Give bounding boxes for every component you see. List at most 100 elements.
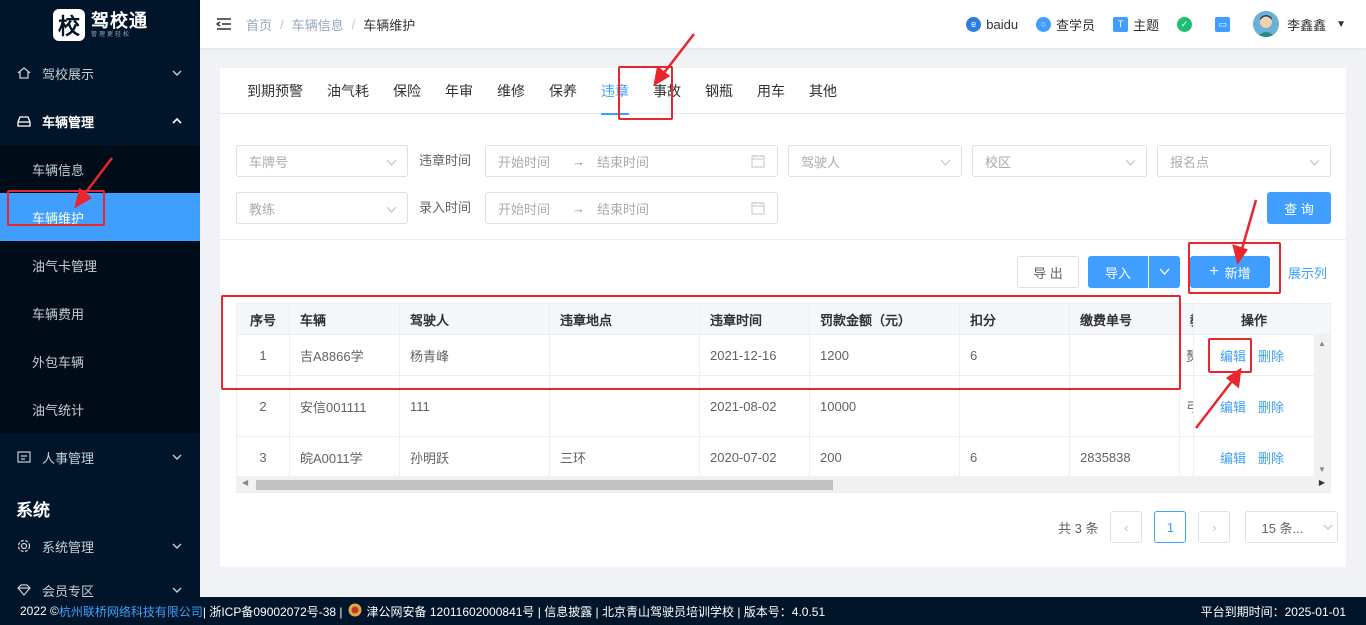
entry-time-range[interactable]: 开始时间 → 结束时间 bbox=[485, 192, 778, 224]
car-icon bbox=[16, 113, 32, 129]
pagination: 共 3 条 ‹ 1 › 15 条... bbox=[1058, 511, 1339, 543]
chevron-down-icon bbox=[386, 156, 397, 171]
shirt-icon: T bbox=[1113, 16, 1129, 32]
monitor-icon: ▭ bbox=[1215, 16, 1231, 32]
table-row: 2 安信001111 111 2021-08-02 10000 弓 编辑 删除 bbox=[237, 376, 1330, 437]
driver-select[interactable]: 驾驶人 bbox=[788, 145, 962, 177]
prev-page-button[interactable]: ‹ bbox=[1110, 511, 1143, 543]
theme-link[interactable]: T 主题 bbox=[1113, 15, 1159, 34]
chevron-down-icon bbox=[1159, 265, 1170, 280]
edit-link[interactable]: 编辑 bbox=[1220, 448, 1246, 467]
chevron-down-icon bbox=[172, 583, 182, 598]
main-content: 到期预警 油气耗 保险 年审 维修 保养 违章 事故 钢瓶 用车 其他 车牌号 … bbox=[220, 68, 1346, 567]
vertical-scrollbar[interactable]: ▲ ▼ bbox=[1314, 335, 1330, 476]
scrollbar-thumb[interactable] bbox=[256, 480, 833, 490]
tab-maintenance[interactable]: 保养 bbox=[537, 68, 589, 114]
table-row: 1 吉A8866学 杨青峰 2021-12-16 1200 6 赘 编辑 删除 bbox=[237, 335, 1330, 376]
plate-select[interactable]: 车牌号 bbox=[236, 145, 408, 177]
user-menu[interactable]: 李鑫鑫 ▼ bbox=[1253, 11, 1346, 37]
tab-annual-inspection[interactable]: 年审 bbox=[433, 68, 485, 114]
export-button[interactable]: 导 出 bbox=[1017, 256, 1079, 288]
section-title-system: 系统 bbox=[16, 501, 50, 520]
baidu-link[interactable]: e baidu bbox=[966, 16, 1018, 32]
next-page-button[interactable]: › bbox=[1198, 511, 1231, 543]
sidebar: 校 驾校通 管理更轻松 驾校展示 车辆管理 车辆信息 车辆维护 油气卡管理 车辆… bbox=[0, 0, 200, 599]
table-row: 3 皖A0011学 孙明跃 三环 2020-07-02 200 6 283583… bbox=[237, 437, 1330, 478]
delete-link[interactable]: 删除 bbox=[1258, 397, 1284, 416]
tab-fuel[interactable]: 油气耗 bbox=[315, 68, 381, 114]
delete-link[interactable]: 删除 bbox=[1258, 448, 1284, 467]
menu-fold-icon[interactable] bbox=[215, 17, 232, 31]
tab-insurance[interactable]: 保险 bbox=[381, 68, 433, 114]
menu-item-system[interactable]: 系统管理 bbox=[0, 525, 200, 567]
total-count: 共 3 条 bbox=[1058, 520, 1099, 536]
tab-accident[interactable]: 事故 bbox=[641, 68, 693, 114]
breadcrumb-current: 车辆维护 bbox=[363, 17, 416, 33]
query-button[interactable]: 查 询 bbox=[1267, 192, 1331, 224]
menu-item-vehicle[interactable]: 车辆管理 bbox=[0, 97, 200, 145]
tab-violation[interactable]: 违章 bbox=[589, 68, 641, 115]
sidebar-item-vehicle-maintenance[interactable]: 车辆维护 bbox=[0, 193, 200, 241]
footer: 2022 © 杭州联桥网络科技有限公司 | 浙ICP备09002072号-38 … bbox=[0, 597, 1366, 625]
tab-other[interactable]: 其他 bbox=[797, 68, 849, 114]
chevron-down-icon bbox=[940, 156, 951, 171]
chevron-down-icon bbox=[1125, 156, 1136, 171]
delete-link[interactable]: 删除 bbox=[1258, 346, 1284, 365]
menu-item-school[interactable]: 驾校展示 bbox=[0, 49, 200, 97]
breadcrumb: 首页 / 车辆信息 / 车辆维护 bbox=[246, 15, 416, 34]
shield-link[interactable]: ✓ bbox=[1177, 16, 1197, 32]
menu-item-label: 车辆管理 bbox=[42, 114, 95, 130]
tab-bar: 到期预警 油气耗 保险 年审 维修 保养 违章 事故 钢瓶 用车 其他 bbox=[220, 68, 1346, 115]
breadcrumb-vehicle-info[interactable]: 车辆信息 bbox=[292, 15, 344, 34]
page-1-button[interactable]: 1 bbox=[1154, 511, 1187, 543]
edit-link[interactable]: 编辑 bbox=[1220, 346, 1246, 365]
screen-link[interactable]: ▭ bbox=[1215, 16, 1235, 32]
shield-icon: ✓ bbox=[1177, 16, 1193, 32]
sidebar-item-fuel-stats[interactable]: 油气统计 bbox=[0, 385, 200, 433]
id-card-icon bbox=[16, 449, 32, 465]
logo: 校 驾校通 管理更轻松 bbox=[0, 0, 200, 49]
gear-icon bbox=[16, 538, 32, 554]
sidebar-item-vehicle-info[interactable]: 车辆信息 bbox=[0, 145, 200, 193]
sidebar-item-fuel-card[interactable]: 油气卡管理 bbox=[0, 241, 200, 289]
police-badge-icon bbox=[348, 603, 362, 620]
import-button[interactable]: 导入 bbox=[1088, 256, 1148, 288]
violation-time-range[interactable]: 开始时间 → 结束时间 bbox=[485, 145, 778, 177]
breadcrumb-home[interactable]: 首页 bbox=[246, 15, 272, 34]
coach-select[interactable]: 教练 bbox=[236, 192, 408, 224]
chevron-down-icon bbox=[172, 539, 182, 554]
add-button[interactable]: + 新增 bbox=[1190, 256, 1270, 288]
chevron-down-icon bbox=[172, 66, 182, 81]
plus-icon: + bbox=[1209, 263, 1219, 280]
tab-repair[interactable]: 维修 bbox=[485, 68, 537, 114]
sidebar-item-outsourced[interactable]: 外包车辆 bbox=[0, 337, 200, 385]
tab-expiry-warning[interactable]: 到期预警 bbox=[235, 68, 315, 114]
logo-mark: 校 bbox=[53, 8, 85, 41]
logo-subtitle: 管理更轻松 bbox=[91, 31, 132, 38]
menu-item-label: 人事管理 bbox=[42, 450, 95, 466]
show-columns-link[interactable]: 展示列 bbox=[1288, 263, 1327, 282]
tab-gas-cylinder[interactable]: 钢瓶 bbox=[693, 68, 745, 114]
logo-title: 驾校通 bbox=[91, 10, 148, 31]
chevron-down-icon bbox=[1323, 520, 1333, 535]
tab-vehicle-use[interactable]: 用车 bbox=[745, 68, 797, 114]
calendar-icon bbox=[751, 154, 765, 171]
caret-down-icon: ▼ bbox=[1336, 18, 1346, 30]
entry-time-label: 录入时间 bbox=[419, 200, 472, 215]
student-search-link[interactable]: ○ 查学员 bbox=[1036, 15, 1095, 34]
import-dropdown-button[interactable] bbox=[1149, 256, 1180, 288]
avatar bbox=[1253, 11, 1280, 37]
menu-item-hr[interactable]: 人事管理 bbox=[0, 433, 200, 481]
page-size-select[interactable]: 15 条... bbox=[1245, 511, 1339, 543]
menu-item-label: 驾校展示 bbox=[42, 66, 95, 82]
company-link[interactable]: 杭州联桥网络科技有限公司 bbox=[59, 603, 203, 620]
signup-point-select[interactable]: 报名点 bbox=[1157, 145, 1331, 177]
edit-link[interactable]: 编辑 bbox=[1220, 397, 1246, 416]
horizontal-scrollbar[interactable]: ◀ ▶ bbox=[237, 476, 1330, 492]
chevron-down-icon bbox=[1309, 156, 1320, 171]
sidebar-item-vehicle-cost[interactable]: 车辆费用 bbox=[0, 289, 200, 337]
campus-select[interactable]: 校区 bbox=[972, 145, 1147, 177]
search-icon: ○ bbox=[1036, 16, 1052, 32]
chevron-down-icon bbox=[172, 450, 182, 465]
topbar: 首页 / 车辆信息 / 车辆维护 e baidu ○ 查学员 T 主题 ✓ ▭ … bbox=[200, 0, 1366, 48]
